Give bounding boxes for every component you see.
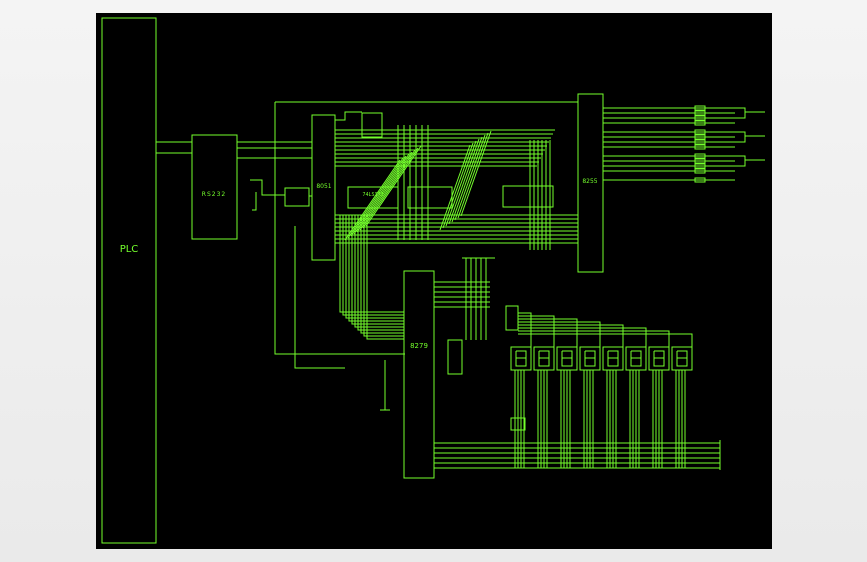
ppi-outputs — [603, 105, 765, 183]
driver-block — [447, 339, 463, 375]
kbd-block — [403, 270, 435, 479]
crystal — [284, 187, 310, 207]
gate-block — [361, 112, 383, 138]
decoder-block — [505, 305, 519, 331]
rs232-block — [191, 134, 238, 240]
wire-osc-2 — [252, 192, 257, 211]
digit-select-wire — [518, 318, 578, 347]
output-bracket — [735, 155, 746, 167]
mcu-label: 8051 — [316, 183, 331, 190]
bus-drop — [354, 215, 404, 328]
wire-osc-1 — [250, 179, 285, 196]
bus-drop — [357, 215, 404, 331]
bottom-bus — [434, 417, 721, 470]
plc-label: PLC — [120, 244, 139, 255]
plc-block — [101, 17, 157, 544]
digit-select-wire — [518, 333, 693, 347]
output-bracket — [735, 131, 746, 143]
schematic: PLC RS232 8051 74LS373 8255 8279 — [101, 17, 765, 544]
rs232-label: RS232 — [202, 191, 226, 198]
eprom-block — [407, 186, 453, 209]
ppi-label: 8255 — [582, 178, 597, 185]
wire-int-loop — [294, 226, 345, 369]
diag-line — [448, 138, 480, 225]
wire-gate-1 — [335, 111, 362, 121]
diag-line — [344, 159, 401, 241]
digit-select-wire — [518, 312, 532, 347]
kbd-label: 8279 — [410, 342, 428, 350]
output-bracket — [735, 107, 746, 119]
kbd-bus — [434, 257, 495, 340]
segment-wires — [514, 312, 693, 468]
diag-line — [454, 134, 486, 221]
diag-line — [347, 157, 404, 239]
seven-segment-display — [510, 346, 693, 371]
bus-drop — [339, 215, 404, 313]
diag-line — [460, 130, 492, 217]
